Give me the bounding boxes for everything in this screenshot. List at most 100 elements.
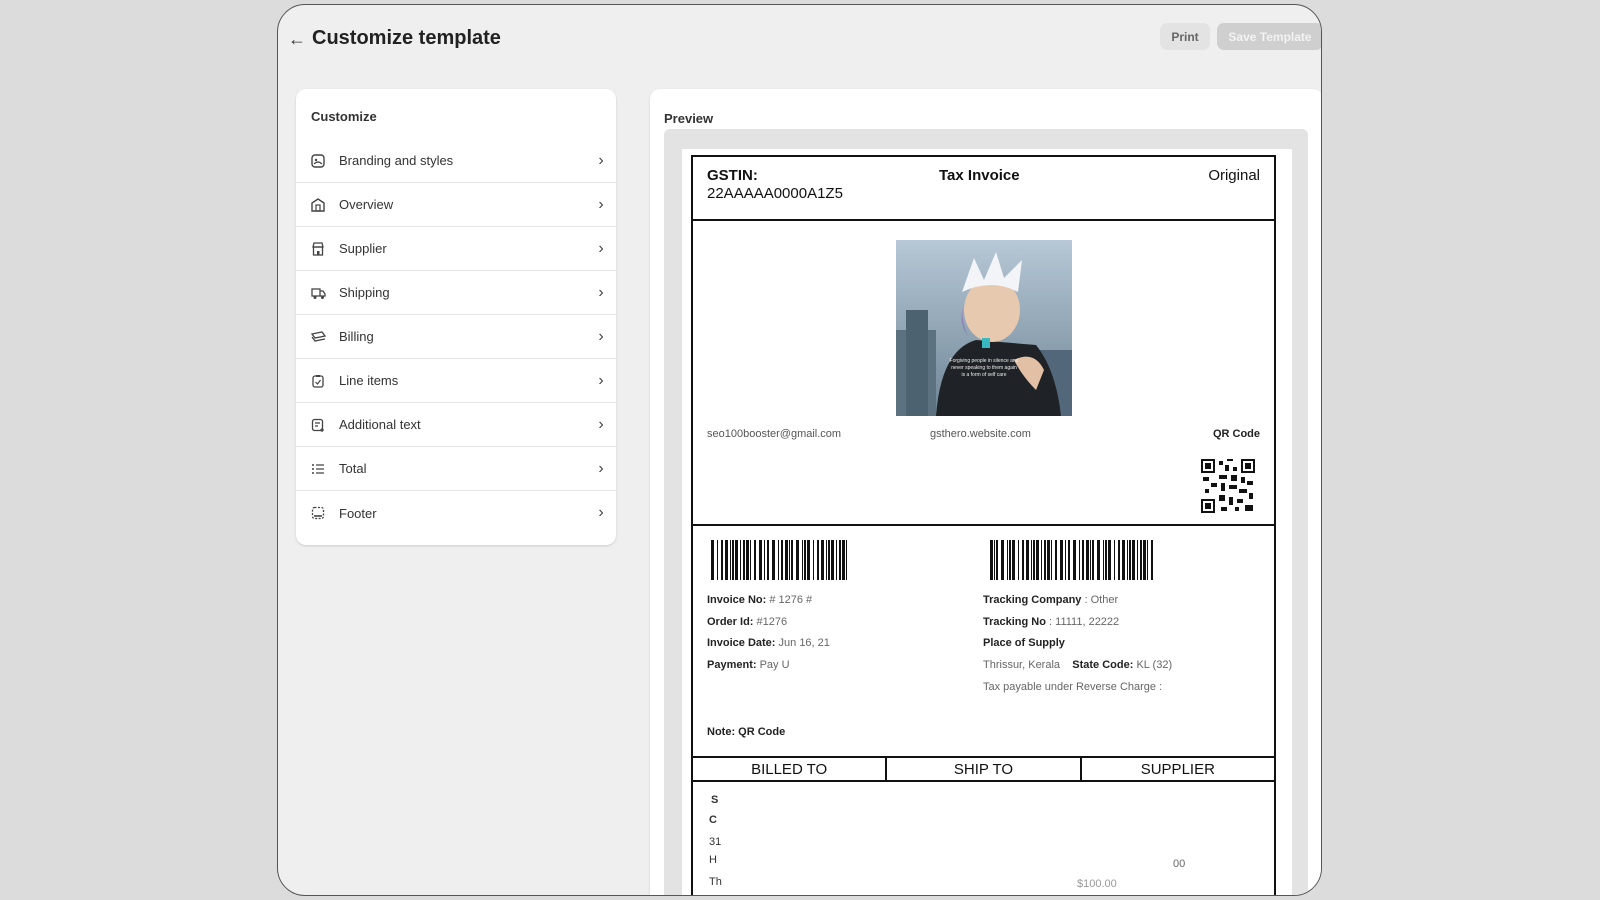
chevron-right-icon: › (598, 239, 604, 257)
party-text-fragment: 00 (1173, 858, 1186, 870)
menu-item-label: Line items (339, 373, 399, 388)
invoice-document: GSTIN: 22AAAAA0000A1Z5 Tax Invoice Origi… (691, 155, 1276, 895)
customize-menu: Branding and styles › Overview › Supplie… (296, 139, 616, 535)
order-id-label: Order Id: (707, 616, 754, 628)
menu-item-label: Shipping (339, 285, 390, 300)
billed-to-heading: BILLED TO (751, 760, 828, 778)
invoice-note: Note: QR Code (707, 726, 786, 738)
invoice-no-line: Invoice No: # 1276 # (707, 594, 812, 606)
menu-item-label: Total (339, 461, 367, 476)
invoice-copy-label: Original (1208, 167, 1260, 184)
chevron-right-icon: › (598, 504, 604, 521)
tracking-barcode (990, 540, 1154, 580)
store-logo-image: Forgiving people in silence and never sp… (896, 240, 1072, 416)
note-add-icon (310, 417, 326, 433)
invoice-date-line: Invoice Date: Jun 16, 21 (707, 637, 830, 649)
customize-panel: Customize Branding and styles › Overview… (296, 89, 616, 545)
tracking-no-line: Tracking No : 11111, 22222 (983, 616, 1119, 628)
payment-label: Payment: (707, 659, 757, 671)
menu-item-line-items[interactable]: Line items › (296, 359, 616, 403)
place-value: Thrissur, Kerala (983, 659, 1061, 671)
menu-item-label: Additional text (339, 417, 421, 432)
store-icon (310, 241, 326, 257)
preview-title: Preview (664, 111, 714, 126)
tracking-company-label: Tracking Company (983, 594, 1082, 606)
invoice-paper: GSTIN: 22AAAAA0000A1Z5 Tax Invoice Origi… (682, 149, 1292, 895)
invoice-doc-title: Tax Invoice (939, 167, 1020, 184)
qr-code-label: QR Code (1212, 428, 1260, 440)
list-icon (310, 461, 326, 477)
tracking-company-line: Tracking Company : Other (983, 594, 1118, 606)
party-text-fragment: C (709, 814, 717, 826)
invoice-details: Invoice No: # 1276 # Order Id: #1276 Inv… (693, 526, 1274, 758)
chevron-right-icon: › (598, 371, 604, 389)
print-button[interactable]: Print (1160, 23, 1210, 50)
menu-item-billing[interactable]: Billing › (296, 315, 616, 359)
chevron-right-icon: › (598, 415, 604, 433)
menu-item-supplier[interactable]: Supplier › (296, 227, 616, 271)
party-text-fragment: 31 (709, 836, 722, 848)
parties-header: BILLED TO SHIP TO SUPPLIER (693, 758, 1274, 782)
footer-icon (310, 505, 326, 521)
invoice-no-value: # 1276 # (766, 594, 813, 606)
cash-icon (310, 329, 326, 345)
menu-item-total[interactable]: Total › (296, 447, 616, 491)
payment-value: Pay U (756, 659, 790, 671)
gstin-value: 22AAAAA0000A1Z5 (707, 185, 843, 202)
tracking-no-value: : 11111, 22222 (1045, 616, 1120, 628)
menu-item-footer[interactable]: Footer › (296, 491, 616, 535)
chevron-right-icon: › (598, 151, 604, 169)
svg-text:Forgiving people in silence an: Forgiving people in silence and (950, 358, 1019, 364)
tracking-company-value: : Other (1081, 594, 1119, 606)
payment-line: Payment: Pay U (707, 659, 790, 671)
menu-item-label: Supplier (339, 241, 387, 256)
menu-item-shipping[interactable]: Shipping › (296, 271, 616, 315)
store-email: seo100booster@gmail.com (707, 428, 842, 440)
truck-icon (310, 285, 326, 301)
svg-text:never speaking to them again: never speaking to them again (951, 365, 1017, 371)
app-window: ← Customize template Print Save Template… (277, 4, 1322, 896)
menu-item-additional-text[interactable]: Additional text › (296, 403, 616, 447)
palette-icon (310, 153, 326, 169)
ship-to-heading: SHIP TO (885, 758, 1079, 780)
menu-item-branding[interactable]: Branding and styles › (296, 139, 616, 183)
reverse-charge-line: Tax payable under Reverse Charge : (983, 681, 1163, 693)
save-template-button[interactable]: Save Template (1217, 23, 1321, 50)
party-text-fragment: H (709, 854, 717, 866)
invoice-date-value: Jun 16, 21 (775, 637, 830, 649)
supplier-heading: SUPPLIER (1079, 758, 1274, 780)
party-text-fragment: S (711, 794, 719, 806)
chevron-right-icon: › (598, 283, 604, 301)
gstin-label: GSTIN: (707, 167, 758, 184)
qr-code-icon (1201, 459, 1255, 513)
page-title: Customize template (312, 27, 501, 49)
place-state-line: Thrissur, Kerala State Code: KL (32) (983, 659, 1172, 671)
back-arrow-icon[interactable]: ← (288, 29, 306, 50)
state-code-label: State Code: (1072, 659, 1134, 671)
store-website: gsthero.website.com (930, 428, 1031, 440)
chevron-right-icon: › (598, 327, 604, 345)
preview-canvas[interactable]: GSTIN: 22AAAAA0000A1Z5 Tax Invoice Origi… (664, 129, 1308, 895)
building-icon (310, 197, 326, 213)
invoice-date-label: Invoice Date: (707, 637, 776, 649)
invoice-no-label: Invoice No: (707, 594, 767, 606)
party-text-fragment: $100.00 (1077, 878, 1117, 890)
tracking-no-label: Tracking No (983, 616, 1046, 628)
chevron-right-icon: › (598, 459, 604, 477)
menu-item-label: Overview (339, 197, 394, 212)
party-text-fragment: Th (709, 876, 722, 888)
invoice-header: GSTIN: 22AAAAA0000A1Z5 Tax Invoice Origi… (693, 157, 1274, 221)
logo-section: Forgiving people in silence and never sp… (693, 221, 1274, 526)
svg-text:is a form of self care: is a form of self care (961, 372, 1006, 378)
parties-body: S C 31 H Th 00 $100.00 (693, 782, 1274, 895)
customize-title: Customize (311, 109, 377, 124)
state-code-value: KL (32) (1133, 659, 1173, 671)
place-of-supply-text: Place of Supply (983, 637, 1065, 649)
menu-item-label: Billing (339, 329, 374, 344)
preview-panel: Preview GSTIN: 22AAAAA0000A1Z5 Tax Invoi… (650, 89, 1321, 895)
invoice-barcode (711, 540, 851, 580)
order-id-value: #1276 (753, 616, 788, 628)
clipboard-icon (310, 373, 326, 389)
order-id-line: Order Id: #1276 (707, 616, 787, 628)
menu-item-overview[interactable]: Overview › (296, 183, 616, 227)
